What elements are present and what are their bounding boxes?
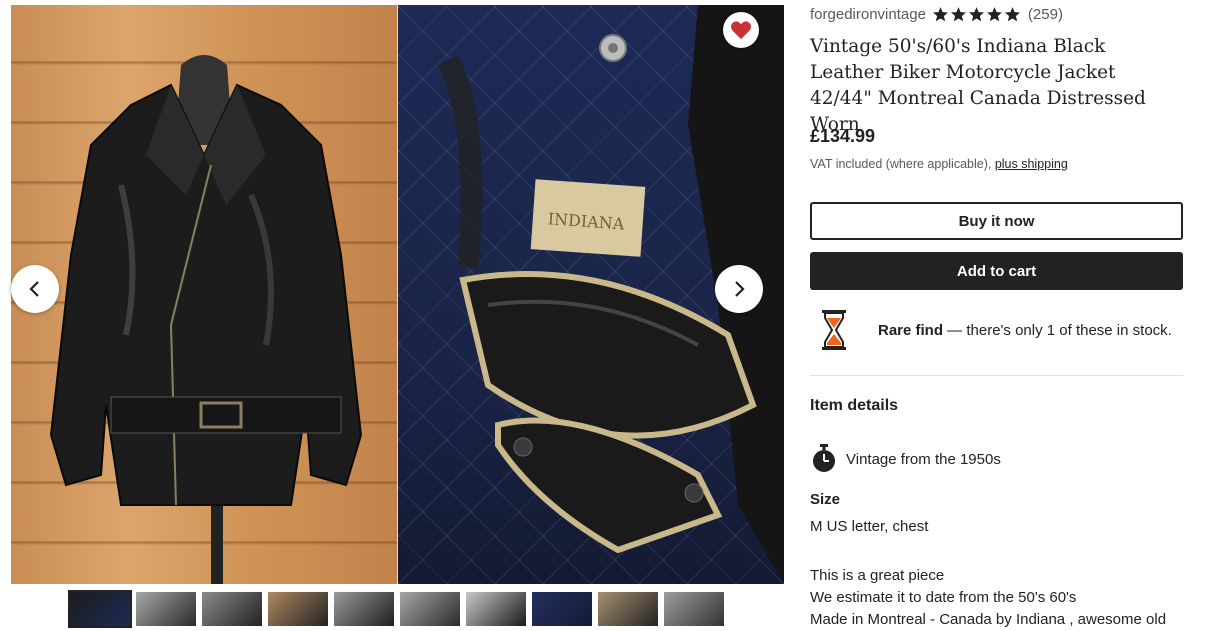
product-title: Vintage 50's/60's Indiana Black Leather … xyxy=(810,36,1146,135)
size-heading: Size xyxy=(810,491,841,508)
hourglass-icon xyxy=(822,310,846,350)
buy-now-button[interactable]: Buy it now xyxy=(810,202,1183,240)
rare-find-text: Rare find — there's only 1 of these in s… xyxy=(878,322,1172,339)
star-icon xyxy=(950,7,966,22)
thumbnail-6[interactable] xyxy=(400,592,460,626)
description-line: We estimate it to date from the 50's 60'… xyxy=(810,589,1077,606)
star-icon xyxy=(932,7,948,22)
thumbnail-1[interactable] xyxy=(68,590,132,628)
thumbnail-4[interactable] xyxy=(268,592,328,626)
size-value: M US letter, chest xyxy=(810,518,929,535)
section-divider xyxy=(810,375,1183,376)
description-line: Made in Montreal - Canada by Indiana , a… xyxy=(810,611,1167,628)
next-image-button[interactable] xyxy=(715,265,763,313)
jacket-illustration xyxy=(49,55,363,584)
star-icon xyxy=(968,7,984,22)
thumbnail-8[interactable] xyxy=(532,592,592,626)
thumbnail-5[interactable] xyxy=(334,592,394,626)
vat-text: VAT included (where applicable), xyxy=(810,157,995,171)
heart-icon xyxy=(731,21,751,40)
star-rating xyxy=(932,6,1022,23)
jacket-photo xyxy=(11,5,397,584)
shop-row: forgedironvintage (259) xyxy=(810,6,1063,23)
thumbnail-strip xyxy=(68,590,724,628)
star-icon xyxy=(986,7,1002,22)
add-to-cart-button[interactable]: Add to cart xyxy=(810,252,1183,290)
thumbnail-9[interactable] xyxy=(598,592,658,626)
chevron-left-icon xyxy=(29,281,39,297)
star-icon xyxy=(1004,7,1020,22)
rare-find-notice: Rare find — there's only 1 of these in s… xyxy=(810,306,1172,354)
shop-name-link[interactable]: forgedironvintage xyxy=(810,6,926,23)
vintage-row: Vintage from the 1950s xyxy=(810,444,1001,474)
thumbnail-10[interactable] xyxy=(664,592,724,626)
image-gallery: INDIANA xyxy=(11,5,784,584)
thumbnail-7[interactable] xyxy=(466,592,526,626)
shipping-link[interactable]: plus shipping xyxy=(995,157,1068,171)
description: This is a great piece We estimate it to … xyxy=(810,565,1183,631)
review-count[interactable]: (259) xyxy=(1028,6,1063,23)
product-price: £134.99 xyxy=(810,126,876,146)
previous-image-button[interactable] xyxy=(11,265,59,313)
chevron-right-icon xyxy=(735,281,745,297)
thumbnail-2[interactable] xyxy=(136,592,196,626)
item-details-heading[interactable]: Item details xyxy=(810,397,898,415)
stopwatch-icon xyxy=(813,444,835,472)
vintage-text: Vintage from the 1950s xyxy=(846,450,1001,468)
vat-note: VAT included (where applicable), plus sh… xyxy=(810,157,1068,171)
description-line: This is a great piece xyxy=(810,567,945,584)
rare-find-label: Rare find xyxy=(878,321,944,339)
rare-find-detail: — there's only 1 of these in stock. xyxy=(943,321,1172,339)
favorite-button[interactable] xyxy=(723,12,759,48)
thumbnail-3[interactable] xyxy=(202,592,262,626)
